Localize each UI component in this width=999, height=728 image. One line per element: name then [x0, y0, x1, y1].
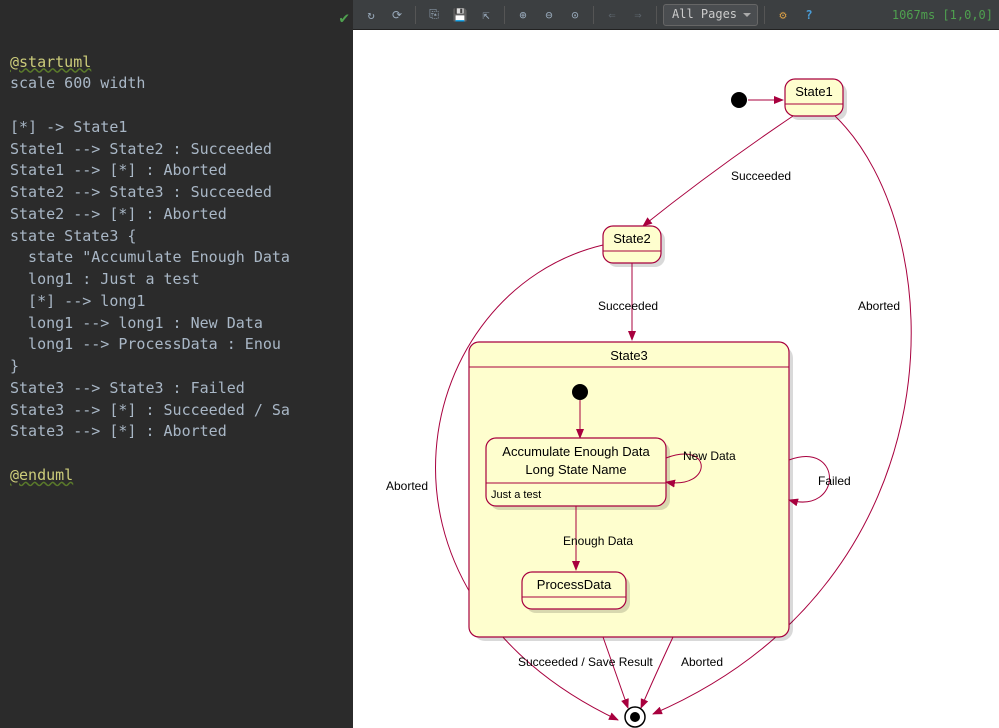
zoom-fit-icon[interactable]: ⊙ [563, 3, 587, 27]
separator [593, 6, 594, 24]
separator [764, 6, 765, 24]
separator [415, 6, 416, 24]
settings-icon[interactable]: ⚙ [771, 3, 795, 27]
trans-succeeded-2: Succeeded [598, 299, 658, 313]
trans-aborted-3: Aborted [681, 655, 723, 669]
forward-icon: ⇒ [626, 3, 650, 27]
export-icon[interactable]: ⇱ [474, 3, 498, 27]
zoom-out-icon[interactable]: ⊖ [537, 3, 561, 27]
preview-panel: ↻ ⟳ ⎘ 💾 ⇱ ⊕ ⊖ ⊙ ⇐ ⇒ All Pages ⚙ ? 1067ms… [353, 0, 999, 728]
state3-label: State3 [610, 348, 648, 363]
initial-state-icon [731, 92, 747, 108]
accumulate-label: Accumulate Enough Data [502, 444, 650, 459]
page-selector[interactable]: All Pages [663, 4, 758, 26]
accumulate-label2: Long State Name [525, 462, 626, 477]
save-icon[interactable]: 💾 [448, 3, 472, 27]
refresh-icon[interactable]: ↻ [359, 3, 383, 27]
trans-save: Succeeded / Save Result [518, 655, 653, 669]
trans-aborted: Aborted [858, 299, 900, 313]
copy-icon[interactable]: ⎘ [422, 3, 446, 27]
separator [504, 6, 505, 24]
processdata-label: ProcessData [537, 577, 612, 592]
trans-failed: Failed [818, 474, 851, 488]
state-diagram: State1 Succeeded Aborted State2 Succeede… [353, 30, 999, 728]
state1-label: State1 [795, 84, 833, 99]
trans-succeeded: Succeeded [731, 169, 791, 183]
trans-enough: Enough Data [563, 534, 633, 548]
trans-aborted-2: Aborted [386, 479, 428, 493]
state2-label: State2 [613, 231, 651, 246]
initial-inner-icon [572, 384, 588, 400]
preview-toolbar: ↻ ⟳ ⎘ 💾 ⇱ ⊕ ⊖ ⊙ ⇐ ⇒ All Pages ⚙ ? 1067ms… [353, 0, 999, 30]
render-timing: 1067ms [1,0,0] [892, 8, 993, 22]
trans-newdata: New Data [683, 449, 736, 463]
status-check-icon: ✔ [339, 6, 349, 29]
accumulate-sub: Just a test [491, 489, 541, 501]
help-icon[interactable]: ? [797, 3, 821, 27]
sync-icon[interactable]: ⟳ [385, 3, 409, 27]
code-editor[interactable]: ✔ @startuml scale 600 width [*] -> State… [0, 0, 353, 728]
diagram-canvas[interactable]: State1 Succeeded Aborted State2 Succeede… [353, 30, 999, 728]
zoom-in-icon[interactable]: ⊕ [511, 3, 535, 27]
separator [656, 6, 657, 24]
back-icon: ⇐ [600, 3, 624, 27]
